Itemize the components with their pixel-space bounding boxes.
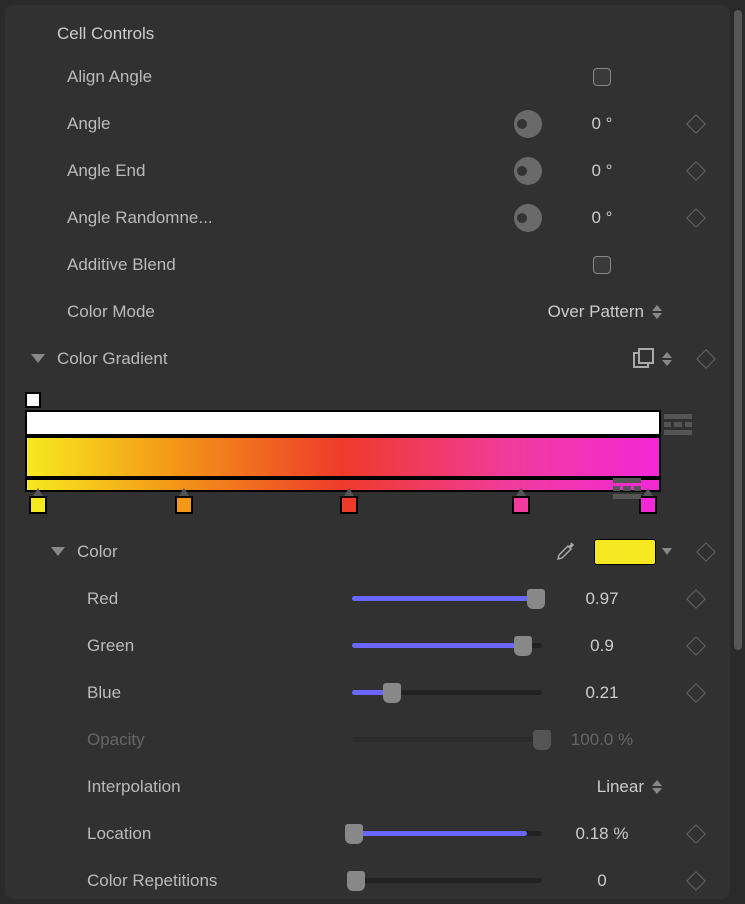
color-repetitions-value[interactable]: 0 — [542, 871, 662, 891]
opacity-label: Opacity — [15, 730, 255, 750]
color-repetitions-slider[interactable] — [352, 878, 542, 883]
opacity-value: 100.0 % — [542, 730, 662, 750]
color-gradient-group-header[interactable]: Color Gradient — [5, 335, 730, 382]
opacity-stop-marker[interactable] — [25, 392, 41, 408]
keyframe-diamond-icon[interactable] — [686, 208, 706, 228]
angle-randomness-dial[interactable] — [514, 204, 542, 232]
color-stop[interactable] — [29, 496, 47, 514]
color-gradient-label: Color Gradient — [57, 349, 168, 369]
keyframe-diamond-icon[interactable] — [696, 542, 716, 562]
popup-arrows-icon — [652, 305, 662, 319]
keyframe-diamond-icon[interactable] — [686, 161, 706, 181]
opacity-slider — [352, 737, 542, 742]
keyframe-diamond-icon[interactable] — [696, 349, 716, 369]
angle-end-dial[interactable] — [514, 157, 542, 185]
color-label: Color — [77, 542, 118, 562]
blue-value[interactable]: 0.21 — [542, 683, 662, 703]
gradient-opacity-bar[interactable] — [25, 410, 661, 436]
blue-label: Blue — [15, 683, 255, 703]
keyframe-diamond-icon[interactable] — [686, 871, 706, 891]
popup-arrows-icon — [652, 780, 662, 794]
angle-randomness-label: Angle Randomne... — [15, 208, 235, 228]
angle-randomness-value[interactable]: 0 ° — [542, 208, 662, 228]
scrollbar[interactable] — [733, 10, 743, 890]
keyframe-diamond-icon[interactable] — [686, 824, 706, 844]
angle-value[interactable]: 0 ° — [542, 114, 662, 134]
green-value[interactable]: 0.9 — [542, 636, 662, 656]
align-angle-checkbox[interactable] — [593, 68, 611, 86]
gradient-preset-popup[interactable] — [472, 347, 672, 371]
interpolation-label: Interpolation — [15, 777, 255, 797]
disclosure-triangle-icon[interactable] — [31, 354, 45, 363]
popup-arrows-icon — [662, 352, 672, 366]
disclosure-triangle-icon[interactable] — [51, 547, 65, 556]
color-mode-label: Color Mode — [15, 302, 235, 322]
color-stop[interactable] — [175, 496, 193, 514]
additive-blend-checkbox[interactable] — [593, 256, 611, 274]
color-mode-popup[interactable]: Over Pattern — [462, 302, 662, 322]
keyframe-diamond-icon[interactable] — [686, 114, 706, 134]
keyframe-diamond-icon[interactable] — [686, 589, 706, 609]
color-repetitions-label: Color Repetitions — [15, 871, 255, 891]
align-angle-label: Align Angle — [15, 67, 235, 87]
angle-label: Angle — [15, 114, 235, 134]
color-stop[interactable] — [340, 496, 358, 514]
red-value[interactable]: 0.97 — [542, 589, 662, 609]
scrollbar-thumb[interactable] — [734, 10, 742, 650]
red-label: Red — [15, 589, 255, 609]
gradient-color-bar[interactable] — [25, 436, 661, 478]
color-mode-value: Over Pattern — [548, 302, 644, 322]
gradient-preview-bar — [25, 478, 661, 492]
angle-end-value[interactable]: 0 ° — [542, 161, 662, 181]
section-title: Cell Controls — [57, 24, 154, 44]
section-header-cell-controls: Cell Controls — [5, 15, 730, 53]
swatch-chevron-icon[interactable] — [662, 548, 672, 555]
distribute-opacity-stops-icon[interactable] — [664, 414, 692, 436]
location-label: Location — [15, 824, 255, 844]
green-slider[interactable] — [352, 643, 542, 648]
keyframe-diamond-icon[interactable] — [686, 636, 706, 656]
angle-end-label: Angle End — [15, 161, 235, 181]
location-slider[interactable] — [352, 831, 542, 836]
color-group-header[interactable]: Color — [5, 528, 730, 575]
additive-blend-label: Additive Blend — [15, 255, 235, 275]
blue-slider[interactable] — [352, 690, 542, 695]
location-value[interactable]: 0.18 % — [542, 824, 662, 844]
color-stop[interactable] — [639, 496, 657, 514]
keyframe-diamond-icon[interactable] — [686, 683, 706, 703]
angle-dial[interactable] — [514, 110, 542, 138]
interpolation-value: Linear — [597, 777, 644, 797]
color-swatch[interactable] — [594, 539, 656, 565]
green-label: Green — [15, 636, 255, 656]
color-stop[interactable] — [512, 496, 530, 514]
red-slider[interactable] — [352, 596, 542, 601]
eyedropper-icon[interactable] — [552, 540, 576, 564]
interpolation-popup[interactable]: Linear — [462, 777, 662, 797]
preset-library-icon — [632, 347, 656, 371]
distribute-color-stops-icon[interactable] — [613, 478, 641, 500]
